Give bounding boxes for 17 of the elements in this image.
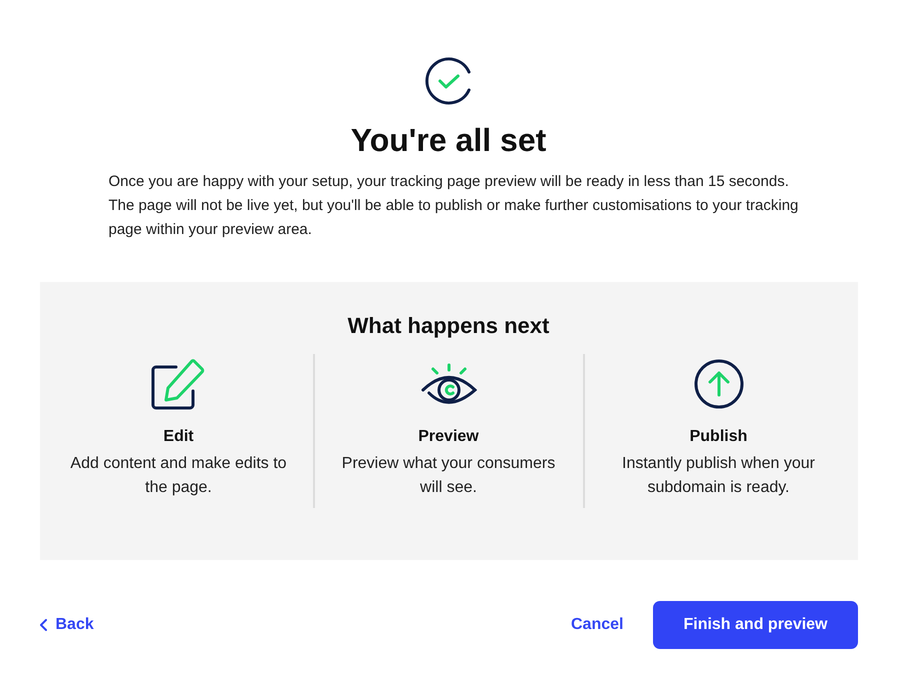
back-button[interactable]: Back [40, 613, 94, 637]
page-title: You're all set [350, 121, 546, 160]
eye-icon [420, 363, 476, 405]
chevron-left-icon [40, 619, 48, 631]
step-description: Add content and make edits to the page. [69, 454, 288, 498]
upload-icon [694, 359, 744, 409]
finish-button[interactable]: Finish and preview [653, 601, 858, 649]
cancel-button[interactable]: Cancel [571, 613, 624, 637]
step-description: Preview what your consumers will see. [340, 454, 556, 498]
section-heading: What happens next [348, 312, 550, 340]
check-circle-icon [424, 56, 474, 106]
step-title: Edit [163, 427, 194, 447]
step-title: Publish [690, 427, 748, 447]
description: Once you are happy with your setup, your tracking page preview will be ready in less than 15 seconds. The page will not be live yet, but you'll be able to publish or make further customisations to your tracking page within your preview area. [108, 172, 800, 240]
step-description: Instantly publish when your subdomain is ready. [621, 454, 816, 498]
step-title: Preview [418, 427, 479, 447]
back-label: Back [56, 615, 94, 635]
